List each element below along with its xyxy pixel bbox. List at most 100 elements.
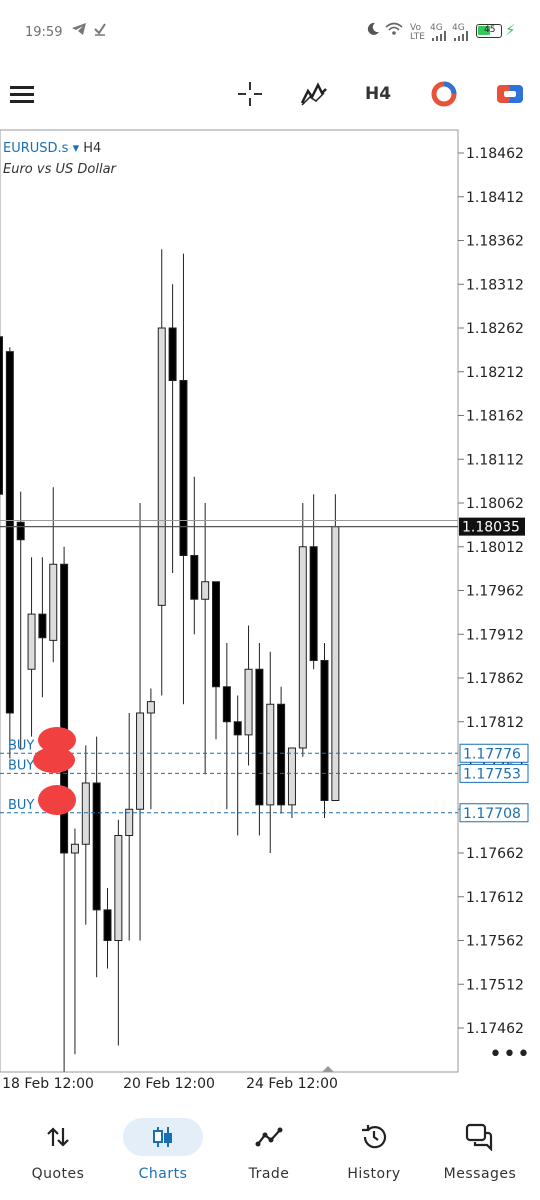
indicators-icon — [300, 82, 327, 106]
objects-button[interactable] — [424, 76, 464, 112]
crosshair-button[interactable] — [230, 76, 270, 112]
candle-bull — [27, 613, 36, 670]
y-tick-label: 1.17662 — [466, 846, 524, 862]
indicators-button[interactable] — [294, 76, 334, 112]
order-price-label: 1.17776 — [463, 746, 521, 762]
nav-messages[interactable]: Messages — [430, 1116, 530, 1182]
telegram-icon — [71, 22, 87, 40]
objects-icon — [431, 81, 457, 107]
candle-bear — [233, 721, 242, 736]
candle-bear — [222, 686, 231, 723]
y-tick-label: 1.18062 — [466, 496, 524, 512]
symbol-description: Euro vs US Dollar — [3, 162, 116, 177]
nav-quotes[interactable]: Quotes — [8, 1116, 108, 1182]
candle-bear — [212, 581, 220, 688]
candle-bear — [320, 660, 329, 801]
y-tick-label: 1.17512 — [466, 977, 524, 993]
bottom-navigation: Quotes Charts Trade History Messages — [0, 1100, 540, 1200]
redaction-mark — [33, 747, 75, 773]
candle-bear — [5, 351, 14, 714]
y-tick-label: 1.17612 — [466, 890, 524, 906]
moon-icon — [366, 22, 380, 40]
current-price-label: 1.18035 — [462, 520, 520, 536]
symbol-name: EURUSD.s — [3, 141, 69, 156]
candle-bear — [16, 521, 25, 541]
volte-indicator: Vo LTE — [410, 23, 425, 42]
order-price-label: 1.17753 — [463, 766, 521, 782]
timeframe-button[interactable]: H4 — [358, 76, 398, 112]
candle-bull — [136, 712, 145, 810]
candle-bear — [179, 380, 188, 556]
y-tick-label: 1.17862 — [466, 671, 524, 687]
candle-bull — [157, 327, 166, 606]
nav-label: Trade — [248, 1166, 290, 1182]
timeframe-label: H4 — [364, 84, 392, 104]
candle-bear — [255, 668, 264, 806]
crosshair-icon — [238, 82, 262, 106]
chart-timeframe: H4 — [83, 141, 102, 156]
x-tick-label: 24 Feb 12:00 — [246, 1076, 338, 1092]
candle-bull — [244, 668, 253, 736]
signal-icon — [432, 29, 446, 45]
more-dots-icon[interactable]: ••• — [489, 1042, 531, 1067]
nav-history[interactable]: History — [324, 1116, 424, 1182]
nav-label: Quotes — [31, 1166, 85, 1182]
nav-label: Charts — [138, 1166, 188, 1182]
candle-bear — [309, 546, 318, 661]
candle-bear — [92, 782, 101, 911]
y-tick-label: 1.18212 — [466, 365, 524, 381]
candle-bear — [277, 703, 286, 806]
candle-bull — [287, 747, 296, 806]
y-tick-label: 1.18162 — [466, 409, 524, 425]
y-tick-label: 1.18412 — [466, 190, 524, 206]
y-tick-label: 1.17462 — [466, 1021, 524, 1037]
chevron-down-icon: ▾ — [72, 141, 80, 156]
charts-icon — [153, 1127, 172, 1147]
candle-bear — [0, 336, 3, 495]
redaction-mark — [38, 785, 76, 815]
one-click-trade-icon — [497, 85, 523, 103]
charging-icon: ⚡ — [505, 21, 516, 39]
trade-icon — [255, 1127, 283, 1147]
candle-bull — [201, 581, 210, 600]
quotes-icon — [47, 1127, 69, 1147]
active-pill — [123, 1118, 203, 1156]
symbol-selector[interactable]: EURUSD.s ▾ H4 — [3, 141, 101, 156]
status-bar: 19:59 Vo LTE 4G 4G 45 ⚡ — [0, 0, 540, 64]
one-click-trade-button[interactable] — [490, 76, 530, 112]
y-tick-label: 1.18112 — [466, 452, 524, 468]
candle-bear — [38, 613, 47, 639]
y-tick-label: 1.18012 — [466, 540, 524, 556]
y-tick-label: 1.17912 — [466, 627, 524, 643]
y-tick-label: 1.17562 — [466, 934, 524, 950]
y-tick-label: 1.18312 — [466, 277, 524, 293]
chart-frame — [0, 129, 459, 1073]
y-tick-label: 1.17962 — [466, 584, 524, 600]
status-time: 19:59 — [25, 25, 63, 40]
nav-label: History — [347, 1166, 401, 1182]
nav-label: Messages — [443, 1166, 517, 1182]
candle-bull — [81, 782, 90, 845]
signal-icon-2 — [454, 29, 468, 45]
candle-bear — [190, 555, 199, 600]
candle-bull — [298, 546, 307, 749]
x-tick-label: 18 Feb 12:00 — [2, 1076, 94, 1092]
nav-trade[interactable]: Trade — [219, 1116, 319, 1182]
candle-bear — [168, 327, 177, 381]
order-label: BUY — [8, 798, 34, 813]
order-label: BUY — [8, 738, 34, 753]
menu-button[interactable] — [2, 76, 42, 112]
check-icon — [93, 22, 107, 40]
order-label: BUY — [8, 758, 34, 773]
candle-bull — [114, 835, 123, 941]
candle-bull — [70, 843, 79, 854]
nav-charts[interactable]: Charts — [113, 1116, 213, 1182]
candle-bull — [49, 563, 58, 641]
order-price-label: 1.17708 — [463, 806, 521, 822]
x-tick-label: 20 Feb 12:00 — [123, 1076, 215, 1092]
candle-bear — [103, 909, 112, 941]
price-chart[interactable]: 1.18462 1.18412 1.18362 1.18312 1.18262 1.182… — [0, 128, 540, 1098]
chart-toolbar: H4 — [0, 64, 540, 124]
y-tick-label: 1.18362 — [466, 234, 524, 250]
candle-bull — [266, 703, 275, 806]
